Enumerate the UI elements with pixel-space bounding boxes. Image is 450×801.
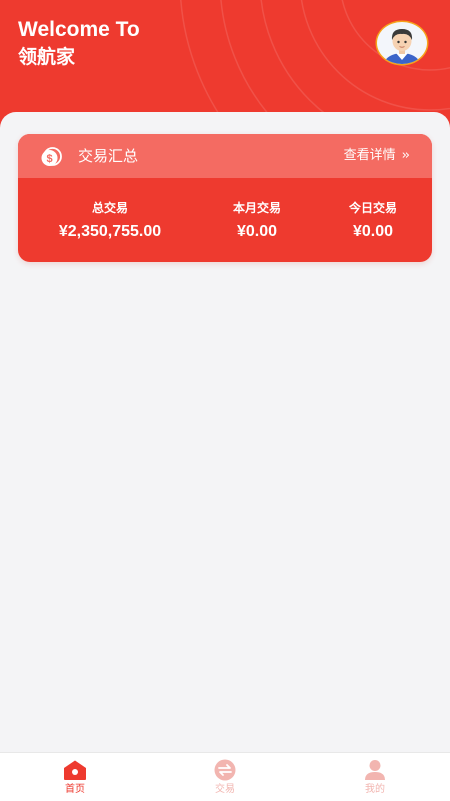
coin-icon: $ bbox=[41, 147, 62, 166]
stat-total: 总交易 ¥2,350,755.00 bbox=[26, 200, 194, 242]
avatar[interactable] bbox=[375, 20, 429, 66]
view-details-link[interactable]: 查看详情 ›› bbox=[343, 147, 411, 165]
tab-exchange[interactable]: 交易 bbox=[185, 759, 265, 797]
welcome-text: Welcome To bbox=[18, 18, 140, 41]
exchange-icon bbox=[214, 759, 236, 781]
tab-home-label: 首页 bbox=[65, 784, 85, 795]
brand-name: 领航家 bbox=[18, 46, 76, 68]
summary-title: 交易汇总 bbox=[78, 147, 139, 165]
stat-today: 今日交易 ¥0.00 bbox=[322, 200, 424, 242]
stat-today-value: ¥0.00 bbox=[352, 223, 394, 240]
tab-profile[interactable]: 我的 bbox=[335, 759, 415, 797]
tab-exchange-label: 交易 bbox=[215, 784, 235, 795]
user-icon bbox=[365, 760, 385, 780]
stat-total-label: 总交易 bbox=[91, 201, 128, 215]
stat-month: 本月交易 ¥0.00 bbox=[202, 200, 312, 242]
tab-home[interactable]: 首页 bbox=[35, 759, 115, 797]
transaction-summary-card: $ 交易汇总 查看详情 ›› 总交易 ¥2,350,755.00 本月交易 ¥0… bbox=[18, 134, 432, 262]
summary-card-header: $ 交易汇总 查看详情 ›› bbox=[18, 134, 432, 178]
bottom-tab-bar: 首页 交易 我的 bbox=[0, 752, 450, 801]
stat-month-label: 本月交易 bbox=[232, 201, 281, 215]
svg-text:$: $ bbox=[46, 153, 52, 165]
home-icon bbox=[64, 760, 86, 780]
stat-month-value: ¥0.00 bbox=[236, 223, 278, 240]
stat-today-label: 今日交易 bbox=[348, 201, 397, 215]
tab-profile-label: 我的 bbox=[365, 784, 385, 795]
stat-total-value: ¥2,350,755.00 bbox=[58, 223, 162, 240]
double-chevron-right-icon: ›› bbox=[401, 148, 411, 163]
view-details-label: 查看详情 bbox=[343, 148, 396, 163]
